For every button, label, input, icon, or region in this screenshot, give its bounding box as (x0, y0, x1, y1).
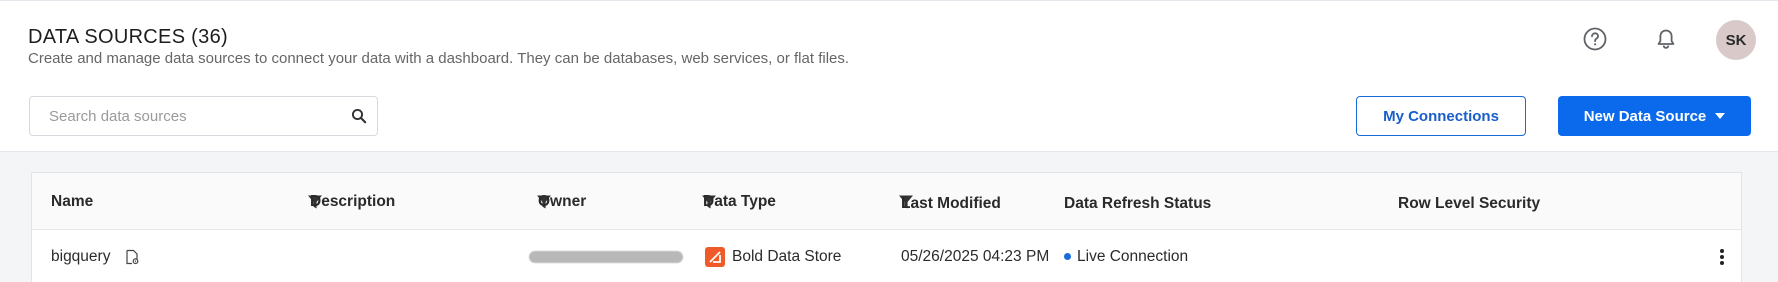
caret-down-icon (1715, 113, 1726, 119)
new-data-source-label: New Data Source (1583, 107, 1707, 125)
search-box (29, 96, 378, 136)
bold-data-store-icon (705, 246, 725, 267)
cell-name: bigquery (51, 230, 140, 282)
search-input[interactable] (30, 97, 330, 135)
help-icon[interactable] (1582, 26, 1608, 52)
cell-data-type: Bold Data Store (705, 230, 841, 282)
column-header-description[interactable]: Description (310, 173, 395, 230)
content-area: Name Description Owner Data Type Last Mo… (0, 152, 1778, 282)
table-row[interactable]: bigquery Bold Data Store 05/26/2025 04:2… (32, 230, 1741, 282)
column-header-row-level-security[interactable]: Row Level Security (1398, 175, 1561, 232)
data-source-settings-icon[interactable] (124, 249, 140, 265)
live-status-dot (1064, 253, 1071, 260)
user-avatar[interactable]: SK (1716, 20, 1756, 60)
cell-refresh-status: Live Connection (1064, 230, 1188, 282)
my-connections-button[interactable]: My Connections (1356, 96, 1526, 136)
column-header-name[interactable]: Name (51, 173, 93, 230)
search-icon[interactable] (351, 108, 367, 124)
page-header: DATA SOURCES (36) Create and manage data… (0, 0, 1778, 152)
column-header-data-type[interactable]: Data Type (703, 173, 776, 230)
top-divider (0, 0, 1778, 1)
column-header-owner[interactable]: Owner (538, 173, 586, 230)
data-source-name[interactable]: bigquery (51, 248, 110, 266)
column-header-refresh-status[interactable]: Data Refresh Status (1064, 175, 1211, 232)
page-title: DATA SOURCES (36) (28, 26, 228, 48)
row-actions-kebab-icon[interactable] (1712, 247, 1732, 267)
grid-header: Name Description Owner Data Type Last Mo… (32, 173, 1741, 230)
refresh-status-label: Live Connection (1077, 247, 1189, 265)
owner-redacted (529, 250, 683, 263)
data-sources-grid: Name Description Owner Data Type Last Mo… (31, 172, 1742, 282)
bell-icon[interactable] (1653, 26, 1679, 52)
data-type-label: Bold Data Store (732, 247, 842, 265)
page-subtitle: Create and manage data sources to connec… (28, 50, 850, 67)
column-header-last-modified[interactable]: Last Modified (901, 175, 1001, 232)
cell-last-modified: 05/26/2025 04:23 PM (901, 247, 1050, 265)
new-data-source-button[interactable]: New Data Source (1558, 96, 1751, 136)
cell-owner (529, 230, 683, 282)
